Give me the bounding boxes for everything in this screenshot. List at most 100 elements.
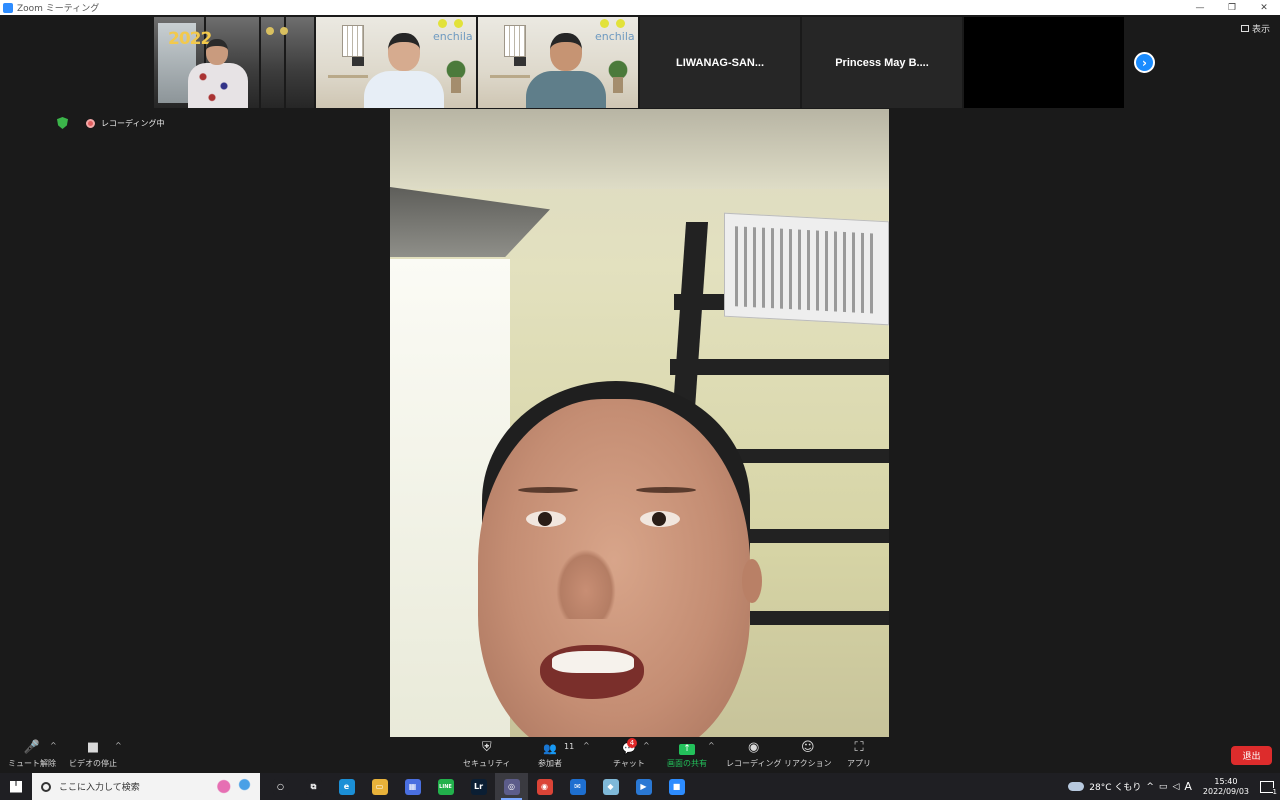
participants-options-caret[interactable]: ^ [583,741,590,750]
search-icon [41,781,51,792]
taskbar-app-button[interactable]: ◉ [528,773,561,800]
security-label: セキュリティ [463,759,511,768]
recording-status-label[interactable]: レコーディング中 [101,118,164,129]
grid-icon [1240,25,1249,32]
ime-indicator[interactable]: A [1184,780,1192,793]
participant-name: Princess May B.... [835,56,929,69]
participant-name: LIWANAG-SAN... [676,56,764,69]
volume-icon[interactable]: ◁ [1172,782,1179,792]
window-title-bar: Zoom ミーティング — ❐ ✕ [0,0,1280,15]
taskbar-app-button[interactable]: ▦ [396,773,429,800]
video-options-caret[interactable]: ^ [115,741,122,750]
participant-tile-video-3[interactable]: enchila [478,17,638,108]
taskbar-search-box[interactable]: ここに入力して検索 [32,773,260,800]
shield-icon[interactable] [57,117,68,129]
taskbar-app-button[interactable]: ◆ [594,773,627,800]
chat-unread-badge: 4 [627,738,637,748]
security-button[interactable]: ⛨ セキュリティ [463,737,511,769]
taskbar-app-button[interactable]: e [330,773,363,800]
active-speaker-video[interactable] [390,109,889,738]
minimize-button[interactable]: — [1184,0,1216,15]
participant-video-person [526,33,606,108]
participant-tile-name-liwanag[interactable]: LIWANAG-SAN... [640,17,800,108]
chat-options-caret[interactable]: ^ [643,741,650,750]
search-highlight-art [210,777,256,796]
windows-logo-icon [10,780,22,793]
taskbar-app-button[interactable]: ○ [264,773,297,800]
participant-tile-name-princess[interactable]: Princess May B.... [802,17,962,108]
line-icon: LINE [437,778,454,795]
participant-count: 11 [564,742,575,751]
next-page-button[interactable]: › [1134,52,1155,73]
weather-cloud-icon[interactable] [1068,782,1085,791]
close-button[interactable]: ✕ [1248,0,1280,15]
reactions-button[interactable]: ☺ リアクション [784,737,832,769]
participants-button[interactable]: 👥 11 参加者 ^ [538,737,590,769]
record-label: レコーディング [726,759,782,768]
obs-icon: ◎ [503,778,520,795]
video-camera-icon: ■ [86,740,100,755]
reaction-smiley-icon: ☺ [801,740,815,755]
notification-count: 1 [1272,787,1277,796]
taskbar-app-button[interactable]: Lr [462,773,495,800]
cortana-icon: ○ [272,778,289,795]
taskbar-app-button[interactable]: ▭ [363,773,396,800]
start-button[interactable] [0,773,32,800]
taskbar-app-button[interactable]: ▶ [627,773,660,800]
participant-tile-blank[interactable] [964,17,1124,108]
audio-options-caret[interactable]: ^ [50,741,57,750]
taskbar-app-button[interactable]: ■ [660,773,693,800]
participant-filmstrip: 2022 enchila enchila LIWANAG-SAN... Prin… [154,17,1124,108]
view-toggle-button[interactable]: 表示 [1240,22,1270,35]
wall-calendar [724,212,889,326]
lightroom-icon: Lr [470,778,487,795]
share-options-caret[interactable]: ^ [708,741,715,750]
reactions-label: リアクション [784,759,832,768]
clock-date: 2022/09/03 [1202,786,1249,796]
apps-label: アプリ [847,759,871,768]
apps-button[interactable]: ⛶ アプリ [847,737,871,769]
network-icon[interactable]: ▭ [1159,782,1168,792]
taskbar-app-list: ○ ⧉ e ▭ ▦ LINE Lr ◎ ◉ ✉ ◆ ▶ ■ [264,773,693,800]
taskbar-app-button[interactable]: ⧉ [297,773,330,800]
unmute-button[interactable]: 🎤 ミュート解除 ^ [8,737,57,769]
task-view-icon: ⧉ [305,778,322,795]
unmute-label: ミュート解除 [8,759,56,768]
stop-video-button[interactable]: ■ ビデオの停止 ^ [69,737,122,769]
chevron-right-icon: › [1142,55,1147,70]
weather-label[interactable]: 28°C くもり [1089,780,1141,793]
window-controls: — ❐ ✕ [1184,0,1280,15]
zoom-icon: ■ [668,778,685,795]
view-toggle-label: 表示 [1251,25,1270,35]
shield-icon: ⛨ [481,740,492,755]
meeting-area: 2022 enchila enchila LIWANAG-SAN... Prin… [0,15,1280,773]
share-screen-button[interactable]: ↑ 画面の共有 ^ [667,737,715,769]
windows-taskbar: ここに入力して検索 ○ ⧉ e ▭ ▦ LINE Lr ◎ ◉ ✉ ◆ ▶ ■ 28°C くもり ^ ▭… [0,773,1280,800]
restore-button[interactable]: ❐ [1216,0,1248,15]
search-placeholder: ここに入力して検索 [59,783,140,793]
notification-center-icon[interactable]: 1 [1260,780,1277,796]
file-explorer-icon: ▭ [371,778,388,795]
chat-button[interactable]: 💬 4 チャット ^ [613,737,650,769]
participant-video-person [188,39,248,108]
taskbar-app-button[interactable]: LINE [429,773,462,800]
taskbar-app-button[interactable]: ◎ [495,773,528,800]
chevron-up-icon[interactable]: ^ [1146,782,1154,792]
recording-dot-icon [86,118,95,128]
record-icon: ◉ [748,740,760,755]
mail-icon: ✉ [569,778,586,795]
notes-icon: ◆ [602,778,619,795]
record-button[interactable]: ◉ レコーディング [726,737,781,769]
taskbar-clock[interactable]: 15:40 2022/09/03 [1203,777,1249,797]
share-screen-icon: ↑ [679,737,695,755]
zoom-app-icon [3,2,13,13]
participant-video-person [364,33,444,108]
participant-tile-video-2[interactable]: enchila [316,17,476,108]
participant-tile-video-1[interactable]: 2022 [154,17,314,108]
taskbar-app-button[interactable]: ✉ [561,773,594,800]
window-title: Zoom ミーティング [17,4,100,14]
participants-label: 参加者 [538,759,562,768]
leave-meeting-button[interactable]: 退出 [1231,746,1272,765]
share-screen-label: 画面の共有 [667,759,707,768]
system-tray: 28°C くもり ^ ▭ ◁ A 15:40 2022/09/03 1 [1068,773,1280,800]
